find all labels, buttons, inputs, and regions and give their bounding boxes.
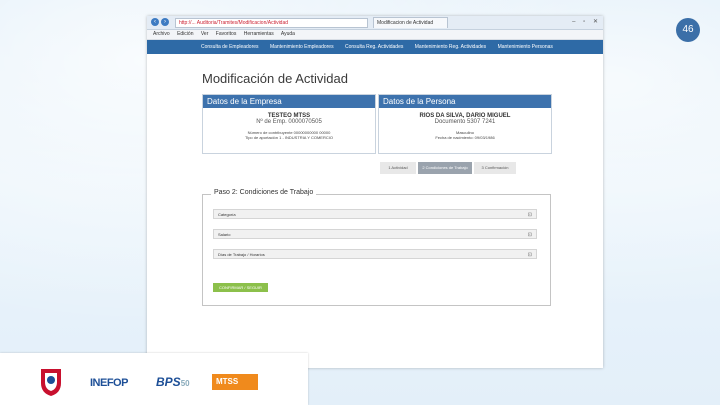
menu-favoritos[interactable]: Favoritos (216, 31, 237, 37)
slide-number-badge: 46 (676, 18, 700, 42)
page-title: Modificación de Actividad (202, 71, 348, 86)
bps-logo: BPS50 (156, 375, 190, 389)
nav-mant-personas[interactable]: Mantenimiento Personas (498, 44, 553, 50)
row-categoria[interactable]: Categoría ⊡ (213, 209, 537, 219)
bps-text: BPS (156, 375, 181, 389)
step-actividad[interactable]: 1 Actividad (380, 162, 416, 174)
browser-window: ‹ › http://... Auditoria/Tramites/Modifi… (147, 16, 603, 368)
persona-document: Documento 5307 7241 (434, 119, 496, 125)
condiciones-fieldset: Paso 2: Condiciones de Trabajo Categoría… (202, 189, 551, 306)
row-label: Días de Trabajo / Horarios (218, 252, 265, 257)
row-label: Categoría (218, 212, 236, 217)
expand-icon[interactable]: ⊡ (528, 230, 532, 240)
empresa-heading: Datos de la Empresa (203, 95, 375, 108)
persona-heading: Datos de la Persona (379, 95, 551, 108)
browser-menubar: Archivo Edición Ver Favoritos Herramient… (147, 30, 603, 40)
step-condiciones[interactable]: 2 Condiciones de Trabajo (418, 162, 472, 174)
menu-herramientas[interactable]: Herramientas (244, 31, 274, 37)
row-salario[interactable]: Salario ⊡ (213, 229, 537, 239)
bps-years: 50 (180, 379, 190, 388)
row-label: Salario (218, 232, 231, 237)
back-icon[interactable]: ‹ (151, 18, 159, 26)
menu-ayuda[interactable]: Ayuda (281, 31, 295, 37)
nav-mant-actividades[interactable]: Mantenimiento Reg. Actividades (415, 44, 486, 50)
expand-icon[interactable]: ⊡ (528, 250, 532, 260)
browser-tab[interactable]: Modificacion de Actividad (373, 17, 448, 28)
nav-consulta-empleadores[interactable]: Consulta de Empleadores (201, 44, 259, 50)
address-bar[interactable]: http://... Auditoria/Tramites/Modificaci… (175, 18, 368, 28)
expand-icon[interactable]: ⊡ (528, 210, 532, 220)
empresa-panel: Datos de la Empresa TESTEO MTSS Nº de Em… (202, 94, 376, 154)
fieldset-legend: Paso 2: Condiciones de Trabajo (211, 189, 317, 196)
empresa-number: Nº de Emp. 0000070505 (256, 119, 322, 125)
footer-logos: INEFOP BPS50 MTSS (0, 353, 308, 405)
app-nav: Consulta de Empleadores Mantenimiento Em… (147, 40, 603, 54)
menu-edicion[interactable]: Edición (177, 31, 193, 37)
mtss-logo: MTSS (212, 374, 258, 390)
forward-icon[interactable]: › (161, 18, 169, 26)
persona-birthdate: Fecha de nacimiento: 09/03/1986 (435, 135, 495, 140)
menu-ver[interactable]: Ver (201, 31, 209, 37)
cocap-shield-icon (41, 369, 61, 396)
window-controls-icon[interactable]: – ▫ ✕ (572, 18, 601, 25)
step-confirmacion[interactable]: 3 Confirmación (474, 162, 516, 174)
menu-archivo[interactable]: Archivo (153, 31, 170, 37)
row-dias-trabajo[interactable]: Días de Trabajo / Horarios ⊡ (213, 249, 537, 259)
nav-consulta-actividades[interactable]: Consulta Reg. Actividades (345, 44, 403, 50)
empresa-aportacion: Tipo de aportación 1 - INDUSTRIA Y COMER… (245, 135, 333, 140)
persona-panel: Datos de la Persona RIOS DA SILVA, DARIO… (378, 94, 552, 154)
browser-titlebar: ‹ › http://... Auditoria/Tramites/Modifi… (147, 16, 603, 30)
inefop-logo: INEFOP (90, 377, 128, 389)
nav-mant-empleadores[interactable]: Mantenimiento Empleadores (270, 44, 334, 50)
confirm-button[interactable]: CONFIRMAR / SEGUIR (213, 283, 268, 292)
